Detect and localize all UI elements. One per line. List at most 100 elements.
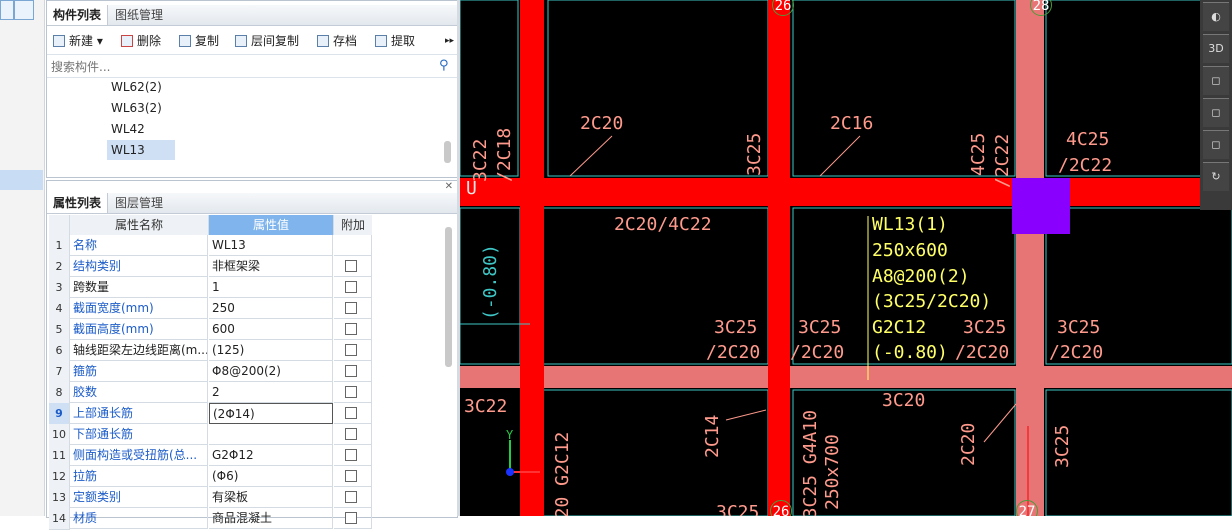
property-close-icon[interactable]: ✕: [445, 181, 453, 192]
tab-component-list[interactable]: 构件列表: [47, 5, 109, 25]
left-strip-selected-item[interactable]: [0, 170, 43, 190]
property-value[interactable]: 商品混凝土: [209, 508, 333, 529]
navigation-wheel-icon[interactable]: ◐: [1203, 2, 1229, 31]
property-value[interactable]: (125): [209, 340, 333, 361]
property-value[interactable]: 有梁板: [209, 487, 333, 508]
search-icon[interactable]: ⚲: [439, 58, 449, 73]
property-row[interactable]: 6 轴线距梁左边线距离(m... (125): [49, 340, 419, 362]
tab-layer-management[interactable]: 图层管理: [109, 193, 169, 213]
cube-side-icon[interactable]: ◻: [1203, 130, 1229, 159]
archive-button[interactable]: 存档: [317, 30, 357, 52]
extra-checkbox[interactable]: [345, 512, 357, 524]
cube-top-icon[interactable]: ◻: [1203, 66, 1229, 95]
rebar-label: 3C25: [798, 317, 842, 338]
extra-checkbox[interactable]: [345, 281, 357, 293]
tab-property-list[interactable]: 属性列表: [47, 193, 109, 213]
left-strip: [0, 0, 45, 516]
list-item[interactable]: WL42: [107, 119, 175, 139]
extra-checkbox[interactable]: [345, 344, 357, 356]
floor-copy-button[interactable]: 层间复制: [235, 30, 299, 52]
archive-icon: [317, 35, 329, 47]
property-row[interactable]: 4 截面宽度(mm) 250: [49, 298, 419, 320]
extra-cell: [334, 382, 372, 403]
extra-cell: [334, 361, 372, 382]
beam-info-line: A8@200(2): [872, 266, 970, 287]
property-row[interactable]: 13 定额类别 有梁板: [49, 487, 419, 509]
beam-info-line: WL13(1): [872, 214, 948, 235]
beam-info-line: (-0.80): [872, 342, 948, 363]
row-number: 13: [49, 487, 70, 509]
extra-checkbox[interactable]: [345, 491, 357, 503]
row-number: 3: [49, 277, 70, 299]
rebar-label-vertical: /2C18: [494, 127, 515, 182]
property-value[interactable]: G2Φ12: [209, 445, 333, 466]
extra-checkbox[interactable]: [345, 470, 357, 482]
extra-checkbox[interactable]: [345, 407, 357, 419]
new-icon: [53, 35, 65, 47]
row-number: 14: [49, 508, 70, 530]
axis-label: 26: [772, 0, 794, 16]
property-row[interactable]: 10 下部通长筋: [49, 424, 419, 446]
calendar-icon[interactable]: [14, 0, 34, 20]
property-value[interactable]: Φ8@200(2): [209, 361, 333, 382]
property-value[interactable]: 1: [209, 277, 333, 298]
property-row[interactable]: 2 结构类别 非框架梁: [49, 256, 419, 278]
extra-cell: [334, 445, 372, 466]
extra-checkbox[interactable]: [345, 449, 357, 461]
property-row[interactable]: 5 截面高度(mm) 600: [49, 319, 419, 341]
list-scrollbar[interactable]: [444, 141, 451, 163]
extra-cell: [334, 298, 372, 319]
extra-checkbox[interactable]: [345, 302, 357, 314]
property-row[interactable]: 14 材质 商品混凝土: [49, 508, 419, 530]
search-input[interactable]: [49, 58, 433, 76]
property-value[interactable]: [209, 424, 333, 445]
property-value[interactable]: WL13: [209, 235, 333, 256]
rotate-icon[interactable]: ↻: [1203, 162, 1229, 191]
property-value[interactable]: 600: [209, 319, 333, 340]
new-button[interactable]: 新建 ▾: [53, 30, 103, 52]
extra-checkbox[interactable]: [345, 386, 357, 398]
property-row[interactable]: 3 跨数量 1: [49, 277, 419, 299]
extra-checkbox[interactable]: [345, 323, 357, 335]
extra-cell: [334, 403, 372, 424]
view-toolbar: ◐ 3D ◻ ◻ ◻ ↻: [1200, 0, 1232, 210]
axis-label: 26: [770, 500, 792, 516]
rebar-label-vertical: (-0.80): [480, 244, 501, 320]
property-row[interactable]: 12 拉筋 (Φ6): [49, 466, 419, 488]
cube-front-icon[interactable]: ◻: [1203, 98, 1229, 127]
property-row[interactable]: 11 侧面构造或受扭筋(总... G2Φ12: [49, 445, 419, 467]
extra-checkbox[interactable]: [345, 365, 357, 377]
view-3d-button[interactable]: 3D: [1203, 34, 1229, 63]
property-scrollbar[interactable]: [445, 227, 452, 367]
extract-label: 提取: [391, 34, 416, 48]
property-row[interactable]: 7 箍筋 Φ8@200(2): [49, 361, 419, 383]
floor-copy-label: 层间复制: [251, 34, 300, 48]
toolbar-more-button[interactable]: ▸▸: [445, 30, 454, 52]
rebar-label-vertical: 3C20 G2C12: [552, 431, 573, 516]
tab-drawing-management[interactable]: 图纸管理: [109, 5, 169, 25]
list-item-selected[interactable]: WL13: [107, 140, 175, 160]
extra-cell: [334, 508, 372, 529]
property-value[interactable]: 2: [209, 382, 333, 403]
property-row[interactable]: 8 胶数 2: [49, 382, 419, 404]
copy-button[interactable]: 复制: [179, 30, 219, 52]
property-value[interactable]: 非框架梁: [209, 256, 333, 277]
extract-button[interactable]: 提取: [375, 30, 415, 52]
left-strip-button-1[interactable]: [0, 0, 14, 20]
list-item[interactable]: WL63(2): [107, 98, 175, 118]
extra-checkbox[interactable]: [345, 428, 357, 440]
property-row[interactable]: 1 名称 WL13: [49, 235, 419, 257]
property-row[interactable]: 9 上部通长筋 (2Φ14): [49, 403, 419, 425]
cad-canvas[interactable]: 26 28 26 27 U U Y 2C20 2C16 4C25 /2C22 2…: [460, 0, 1232, 516]
rebar-label: 4C25: [1066, 129, 1110, 150]
property-value[interactable]: (Φ6): [209, 466, 333, 487]
list-item[interactable]: WL62(2): [107, 77, 175, 97]
property-value[interactable]: 250: [209, 298, 333, 319]
extra-cell: [334, 487, 372, 508]
property-value[interactable]: (2Φ14): [209, 403, 333, 424]
extra-checkbox[interactable]: [345, 260, 357, 272]
pink-beam-v: [1016, 0, 1044, 516]
property-name: 名称: [70, 235, 208, 256]
rebar-label: 3C25: [1057, 317, 1101, 338]
delete-button[interactable]: 删除: [121, 30, 161, 52]
